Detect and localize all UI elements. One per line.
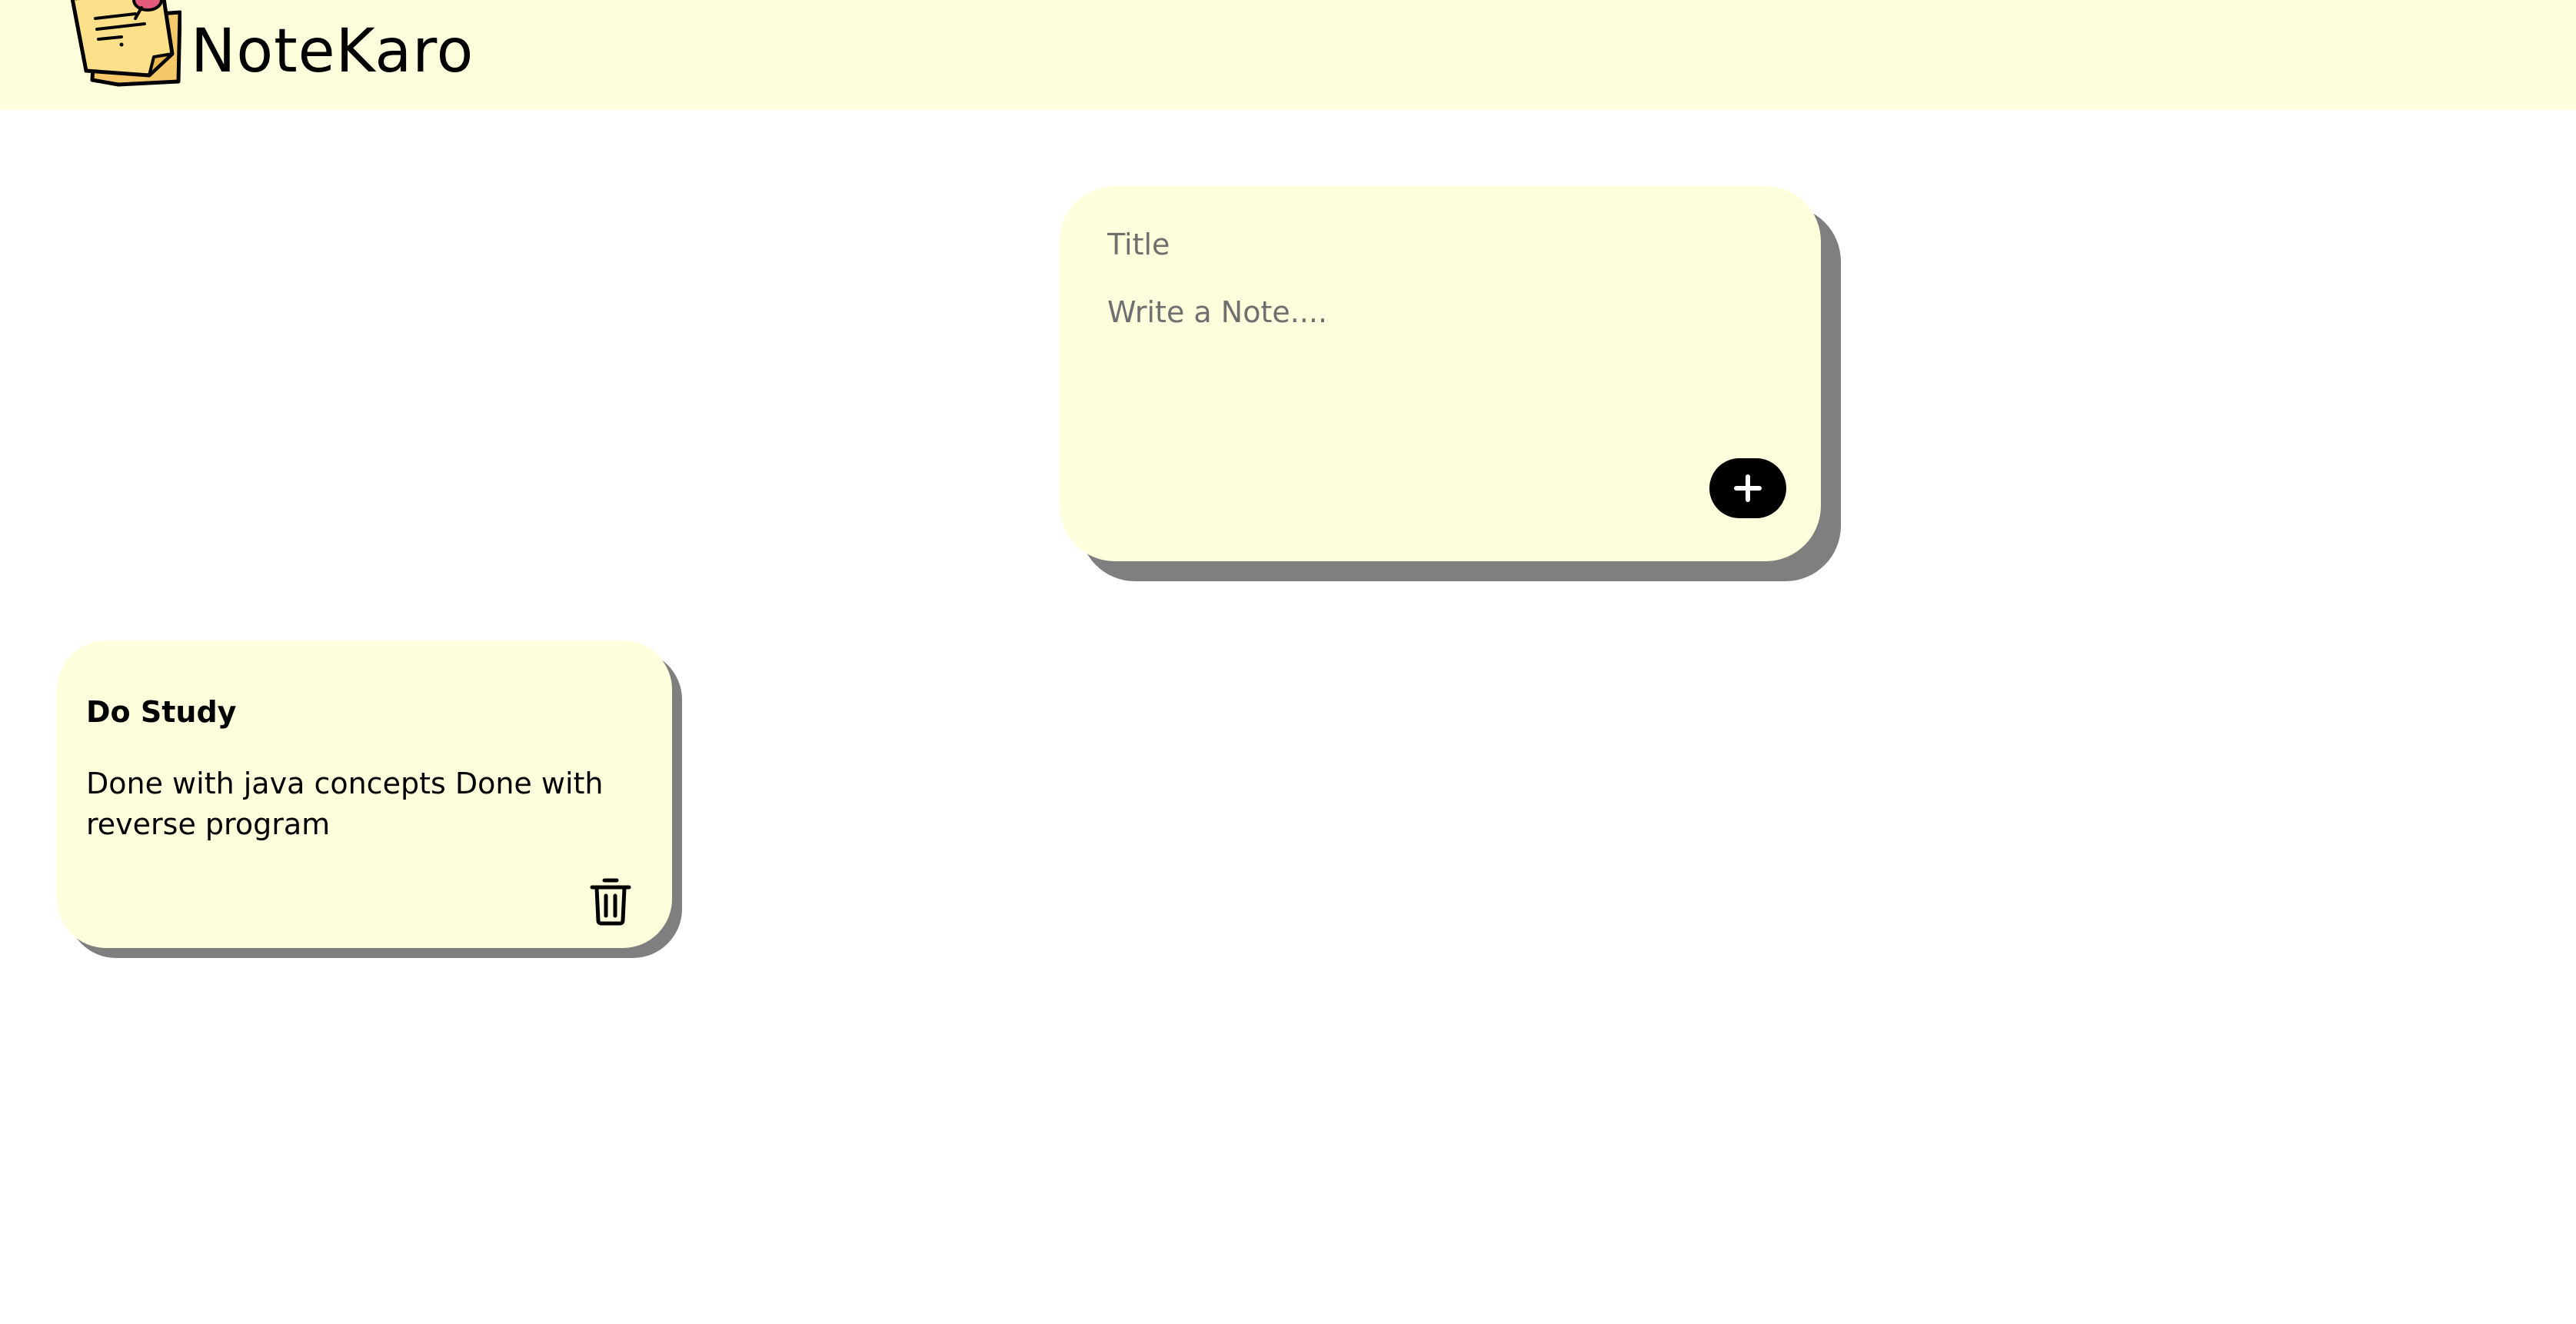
add-note-button[interactable] [1709,458,1786,518]
note-title: Do Study [86,695,237,729]
note-body-input[interactable] [1107,295,1769,449]
app-brand-title: NoteKaro [191,17,474,86]
plus-icon [1734,474,1762,502]
note-composer [1060,186,1821,561]
note-content: Done with java concepts Done with revers… [86,767,604,841]
sticky-note-pin-icon [70,0,181,87]
delete-note-button[interactable] [587,877,634,926]
note-card: Do Study Done with java concepts Done wi… [57,640,672,948]
trash-icon [590,878,631,926]
app-header: NoteKaro [0,0,2576,110]
note-title-input[interactable] [1107,221,1769,268]
